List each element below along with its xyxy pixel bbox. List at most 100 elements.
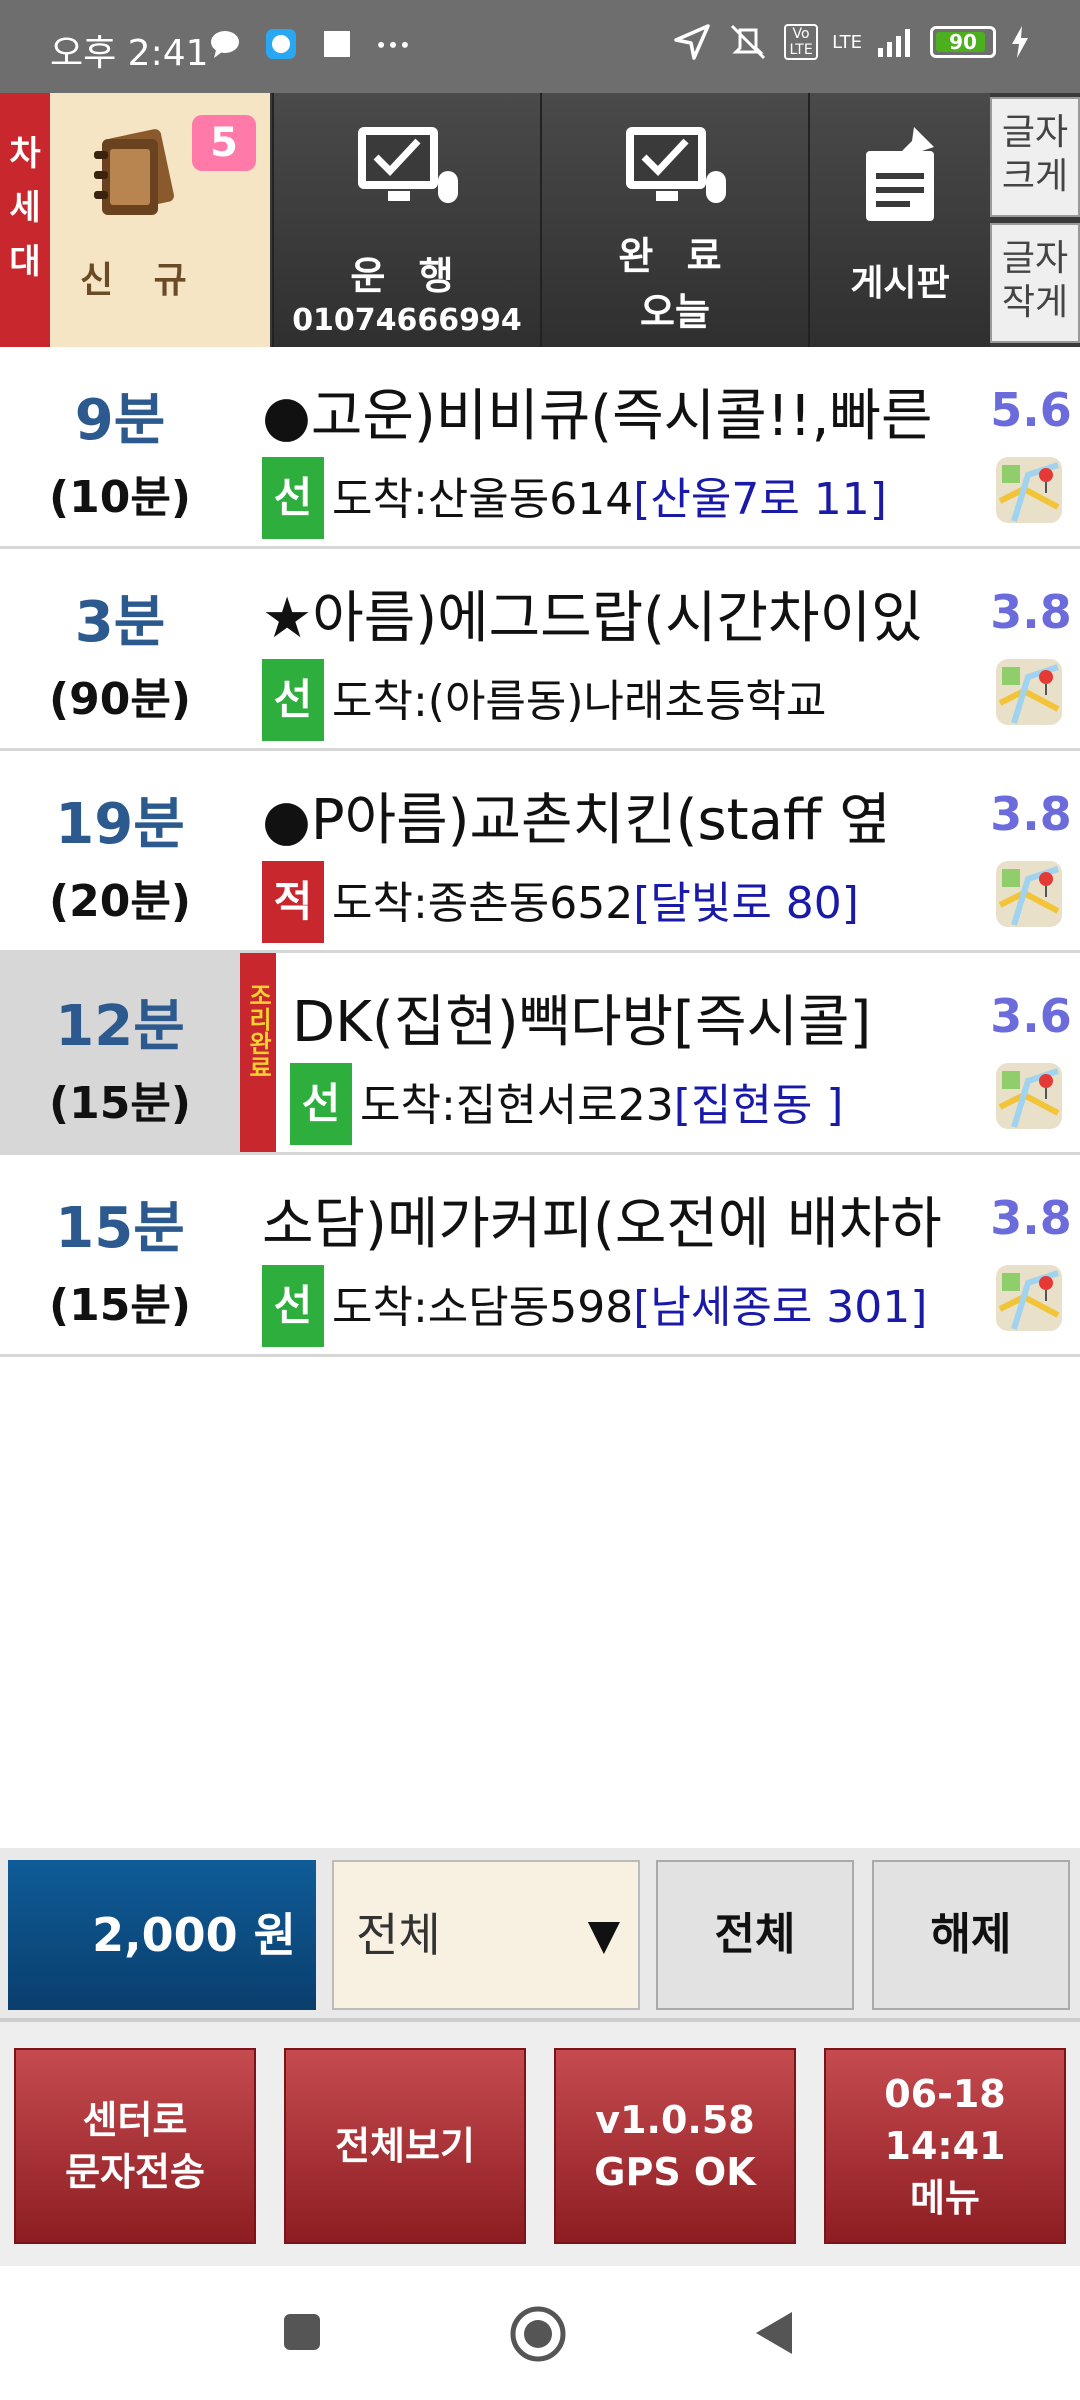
order-time-cell: 15분 (15분)	[0, 1155, 240, 1354]
view-all-button[interactable]: 전체보기	[284, 2048, 526, 2244]
list-item[interactable]: 3분 (90분) ★아름)에그드랍(시간차이있 선 도착:(아름동)나래초등학교…	[0, 549, 1080, 751]
dest-text: 도착:소담동598	[332, 1282, 634, 1333]
gps-status: GPS OK	[594, 2150, 756, 2194]
menu-label: 메뉴	[910, 2176, 980, 2220]
select-all-button[interactable]: 전체	[656, 1860, 854, 2010]
font-smaller-line1: 글자	[1001, 238, 1069, 279]
send-sms-line2: 문자전송	[65, 2150, 205, 2194]
font-larger-button[interactable]: 글자 크게	[990, 97, 1080, 217]
nav-back-icon[interactable]	[752, 2308, 796, 2358]
order-time-cell: 9분 (10분)	[0, 347, 240, 546]
message-bubble-icon	[211, 31, 239, 58]
font-smaller-button[interactable]: 글자 작게	[990, 223, 1080, 343]
menu-button[interactable]: 06-18 14:41 메뉴	[824, 2048, 1066, 2244]
order-elapsed: 15분	[55, 1196, 185, 1261]
order-destination: 도착:(아름동)나래초등학교	[332, 665, 982, 729]
order-limit: (20분)	[49, 876, 191, 927]
dest-address: [산울7로 11]	[633, 474, 887, 525]
volte-label: Vo LTE	[784, 24, 819, 60]
order-title: DK(집현)빽다방[즉시콜]	[292, 990, 872, 1055]
signal-icon	[878, 29, 910, 57]
dest-text: 도착:종촌동652	[332, 878, 634, 929]
more-icon	[378, 41, 408, 48]
dest-text: 도착:(아름동)나래초등학교	[332, 676, 827, 727]
nav-home-icon[interactable]	[508, 2304, 568, 2364]
next-gen-char: 대	[9, 242, 41, 282]
order-limit: (15분)	[49, 1280, 191, 1331]
order-distance: 3.6	[988, 989, 1074, 1043]
list-item[interactable]: 9분 (10분) ●고운)비비큐(즉시콜!!,빠른 선 도착:산울동614[산울…	[0, 347, 1080, 549]
dropdown-caret-icon: ▼	[587, 1910, 620, 1959]
tab-done-today[interactable]: 완 료 오늘	[540, 93, 808, 347]
filter-select[interactable]: 전체 ▼	[332, 1860, 640, 2010]
filter-controls: 2,000 원 전체 ▼ 전체 해제	[0, 1848, 1080, 2018]
map-icon[interactable]	[994, 455, 1064, 525]
menu-datetime: 06-18 14:41	[884, 2072, 1006, 2168]
order-limit: (10분)	[49, 472, 191, 523]
order-distance: 3.8	[988, 787, 1074, 841]
filter-select-value: 전체	[356, 1908, 441, 1962]
tab-done-label: 완 료	[618, 234, 732, 278]
font-smaller-line2: 작게	[1001, 282, 1069, 323]
order-destination: 도착:소담동598[남세종로 301]	[332, 1271, 982, 1335]
order-time-cell: 19분 (20분)	[0, 751, 240, 950]
list-item[interactable]: 12분 (15분) 조리완료 DK(집현)빽다방[즉시콜] 선 도착:집현서로2…	[0, 953, 1080, 1155]
tab-new-orders[interactable]: 5 신 규	[50, 93, 270, 347]
order-distance: 3.8	[988, 1191, 1074, 1245]
location-arrow-icon	[674, 24, 710, 60]
tab-new-label: 신 규	[80, 260, 201, 301]
monitor-check-icon	[358, 127, 458, 203]
font-larger-line2: 크게	[1001, 156, 1069, 197]
font-larger-line1: 글자	[1001, 112, 1069, 153]
map-icon[interactable]	[994, 657, 1064, 727]
status-bar: 오후 2:41 Vo LTE LTE 90	[0, 0, 1080, 93]
dest-address: [달빛로 80]	[633, 878, 859, 929]
version-gps-button[interactable]: v1.0.58 GPS OK	[554, 2048, 796, 2244]
order-title: ★아름)에그드랍(시간차이있	[262, 586, 923, 651]
tab-board-label: 게시판	[850, 263, 950, 304]
order-title: ●고운)비비큐(즉시콜!!,빠른	[262, 384, 933, 449]
send-sms-center-button[interactable]: 센터로 문자전송	[14, 2048, 256, 2244]
top-toolbar: 차 세 대 5 신 규 운 행 01074666994 완 료 오늘 게시판 글…	[0, 93, 1080, 347]
map-icon[interactable]	[994, 1263, 1064, 1333]
next-gen-tab[interactable]: 차 세 대	[0, 93, 50, 347]
dest-address: [남세종로 301]	[633, 1282, 928, 1333]
next-gen-char: 세	[9, 188, 41, 228]
tab-board[interactable]: 게시판	[808, 93, 990, 347]
battery-percent: 90	[949, 30, 977, 54]
view-all-label: 전체보기	[335, 2124, 475, 2168]
dest-text: 도착:산울동614	[332, 474, 634, 525]
messenger-icon	[266, 29, 296, 59]
notebook-icon	[94, 129, 174, 215]
charging-icon	[1012, 26, 1028, 58]
system-nav-bar	[0, 2266, 1080, 2400]
cooking-done-flag: 조리완료	[240, 953, 276, 1152]
tab-driving-label: 운 행	[350, 254, 464, 298]
dest-address: [집현동 ]	[673, 1080, 844, 1131]
nav-recents-icon[interactable]	[280, 2310, 324, 2354]
battery-icon: 90	[930, 26, 996, 58]
amount-display[interactable]: 2,000 원	[8, 1860, 316, 2010]
order-tag: 적	[262, 861, 324, 943]
release-button[interactable]: 해제	[872, 1860, 1070, 2010]
order-destination: 도착:집현서로23[집현동 ]	[360, 1069, 982, 1133]
square-icon	[324, 31, 350, 57]
version-label: v1.0.58	[595, 2098, 755, 2142]
order-destination: 도착:종촌동652[달빛로 80]	[332, 867, 982, 931]
tab-done-sub: 오늘	[640, 290, 710, 334]
order-limit: (15분)	[49, 1078, 191, 1129]
order-tag: 선	[290, 1063, 352, 1145]
mute-icon	[731, 24, 766, 60]
order-elapsed: 19분	[55, 792, 185, 857]
send-sms-line1: 센터로	[82, 2098, 188, 2142]
order-elapsed: 9분	[74, 388, 166, 453]
status-time: 오후 2:41	[50, 33, 209, 74]
map-icon[interactable]	[994, 859, 1064, 929]
list-item[interactable]: 19분 (20분) ●P아름)교촌치킨(staff 옆 적 도착:종촌동652[…	[0, 751, 1080, 953]
tab-driving[interactable]: 운 행 01074666994	[272, 93, 540, 347]
order-time-cell: 12분 (15분)	[0, 953, 240, 1152]
list-item[interactable]: 15분 (15분) 소담)메가커피(오전에 배차하 선 도착:소담동598[남세…	[0, 1155, 1080, 1357]
bottom-action-bar: 센터로 문자전송 전체보기 v1.0.58 GPS OK 06-18 14:41…	[0, 2018, 1080, 2266]
map-icon[interactable]	[994, 1061, 1064, 1131]
order-title: 소담)메가커피(오전에 배차하	[262, 1192, 942, 1257]
